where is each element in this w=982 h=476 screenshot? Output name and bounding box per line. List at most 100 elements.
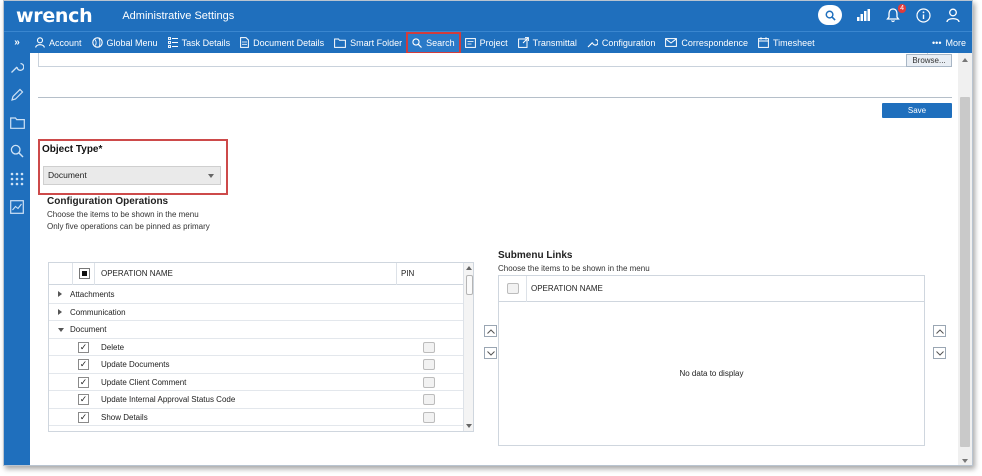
operation-name: Show Details — [101, 412, 148, 422]
submenu-select-all-checkbox[interactable] — [507, 283, 519, 294]
submenu-grid: OPERATION NAME No data to display — [498, 275, 925, 446]
expand-sidebar-button[interactable]: » — [4, 37, 30, 48]
browse-button[interactable]: Browse... — [906, 54, 952, 67]
pin-checkbox[interactable] — [423, 394, 435, 405]
chevron-right-icon[interactable] — [58, 291, 62, 297]
object-type-dropdown[interactable]: Document — [43, 166, 221, 185]
sidebar-apps-grid-icon[interactable] — [4, 165, 30, 193]
object-type-section: Object Type* Document — [38, 139, 228, 195]
group-row-attachments[interactable]: Attachments — [49, 286, 463, 304]
move-up-button[interactable] — [484, 325, 497, 337]
operation-name-header[interactable]: OPERATION NAME — [95, 263, 397, 285]
group-row-communication[interactable]: Communication — [49, 304, 463, 321]
group-label: Communication — [70, 307, 126, 317]
chevron-up-icon — [486, 328, 495, 334]
pin-header[interactable]: PIN — [397, 263, 463, 285]
notifications-bell-icon[interactable]: 4 — [884, 4, 906, 24]
operation-name: Update Documents — [101, 360, 170, 369]
header-spacer — [49, 263, 73, 285]
nav-item-label: Correspondence — [681, 37, 748, 48]
sidebar-tools-icon[interactable] — [4, 53, 30, 81]
wrench-icon — [587, 38, 598, 48]
move-down-button[interactable] — [484, 347, 497, 359]
nav-item-label: Search — [426, 37, 455, 48]
row-checkbox[interactable]: ✓ — [78, 411, 89, 423]
signal-bars-icon[interactable] — [854, 6, 872, 24]
nav-item-account[interactable]: Account — [30, 33, 87, 53]
nav-item-label: Project — [479, 37, 508, 48]
app-logo[interactable]: wrench — [16, 5, 93, 27]
submenu-links-hint: Choose the items to be shown in the menu — [498, 264, 650, 273]
submenu-operation-name-header[interactable]: OPERATION NAME — [531, 276, 603, 302]
row-checkbox[interactable]: ✓ — [78, 359, 89, 370]
pin-checkbox[interactable] — [423, 341, 435, 353]
nav-item-smart-folder[interactable]: Smart Folder — [329, 33, 407, 53]
table-row: ✓ Update Documents — [49, 356, 463, 374]
row-checkbox[interactable]: ✓ — [78, 394, 89, 405]
pin-checkbox[interactable] — [423, 376, 435, 388]
nav-item-transmittal[interactable]: Transmittal — [513, 33, 582, 53]
page-scrollbar[interactable] — [958, 53, 972, 465]
envelope-icon — [665, 38, 678, 47]
scroll-down-icon[interactable] — [962, 459, 968, 463]
nav-item-configuration[interactable]: Configuration — [582, 33, 661, 53]
nav-item-label: Transmittal — [532, 37, 577, 48]
search-icon — [412, 37, 423, 48]
nav-item-project[interactable]: Project — [460, 33, 513, 53]
group-label: Document — [70, 325, 107, 334]
module-nav-bar: » Account Global Menu Task Details Docum… — [4, 31, 972, 54]
section-divider — [38, 97, 952, 98]
nav-item-search[interactable]: Search — [406, 31, 461, 54]
submenu-move-up-button[interactable] — [933, 325, 946, 337]
submenu-links-title: Submenu Links — [498, 250, 573, 261]
table-row: ✓ Show Details — [49, 409, 463, 426]
chevron-right-icon[interactable] — [58, 308, 62, 315]
transmittal-icon — [517, 37, 529, 48]
info-icon[interactable] — [914, 6, 932, 24]
group-row-document[interactable]: Document — [49, 321, 463, 339]
nav-item-label: Document Details — [253, 37, 325, 48]
save-button[interactable]: Save — [882, 103, 952, 118]
pin-checkbox[interactable] — [423, 359, 435, 370]
scroll-down-icon[interactable] — [466, 424, 472, 428]
nav-item-document-details[interactable]: Document Details — [235, 33, 329, 53]
row-checkbox[interactable]: ✓ — [78, 341, 89, 353]
config-operations-pin-hint: Only five operations can be pinned as pr… — [47, 222, 210, 231]
chevron-down-icon — [208, 174, 214, 178]
user-profile-icon[interactable] — [944, 6, 962, 24]
operations-grid-scrollbar[interactable] — [463, 263, 473, 431]
sidebar-dashboard-icon[interactable] — [4, 193, 30, 221]
operation-name: Delete — [101, 342, 125, 352]
document-icon — [240, 37, 249, 48]
object-type-value: Document — [48, 170, 87, 180]
nav-more-button[interactable]: ••• More — [932, 32, 966, 54]
nav-item-correspondence[interactable]: Correspondence — [660, 33, 753, 53]
nav-item-global-menu[interactable]: Global Menu — [87, 33, 163, 53]
sidebar-folder-icon[interactable] — [4, 109, 30, 137]
config-operations-hint: Choose the items to be shown in the menu — [47, 210, 199, 219]
more-dots-icon: ••• — [932, 38, 942, 48]
object-type-label: Object Type* — [42, 144, 103, 155]
submenu-move-down-button[interactable] — [933, 347, 946, 359]
search-icon — [825, 10, 836, 21]
sidebar-pencil-icon[interactable] — [4, 81, 30, 109]
nav-item-timesheet[interactable]: Timesheet — [753, 33, 820, 53]
chevron-down-icon — [486, 350, 495, 356]
page-scrollbar-thumb[interactable] — [960, 97, 970, 447]
row-checkbox[interactable]: ✓ — [78, 376, 89, 388]
scroll-up-icon[interactable] — [466, 266, 472, 270]
group-label: Attachments — [70, 290, 115, 299]
scroll-up-icon[interactable] — [962, 58, 968, 62]
global-search-button[interactable] — [818, 5, 842, 25]
nav-item-task-details[interactable]: Task Details — [163, 33, 236, 53]
sidebar-search-icon[interactable] — [4, 137, 30, 165]
user-icon — [35, 37, 45, 48]
chevron-down-icon[interactable] — [58, 328, 64, 332]
browse-path-field[interactable] — [38, 53, 928, 67]
notification-count-badge: 4 — [898, 4, 906, 13]
header-actions: 4 — [818, 4, 962, 25]
scrollbar-thumb[interactable] — [466, 275, 473, 295]
pin-checkbox[interactable] — [423, 411, 435, 423]
select-all-checkbox[interactable] — [79, 268, 90, 279]
nav-item-label: Timesheet — [772, 37, 815, 48]
